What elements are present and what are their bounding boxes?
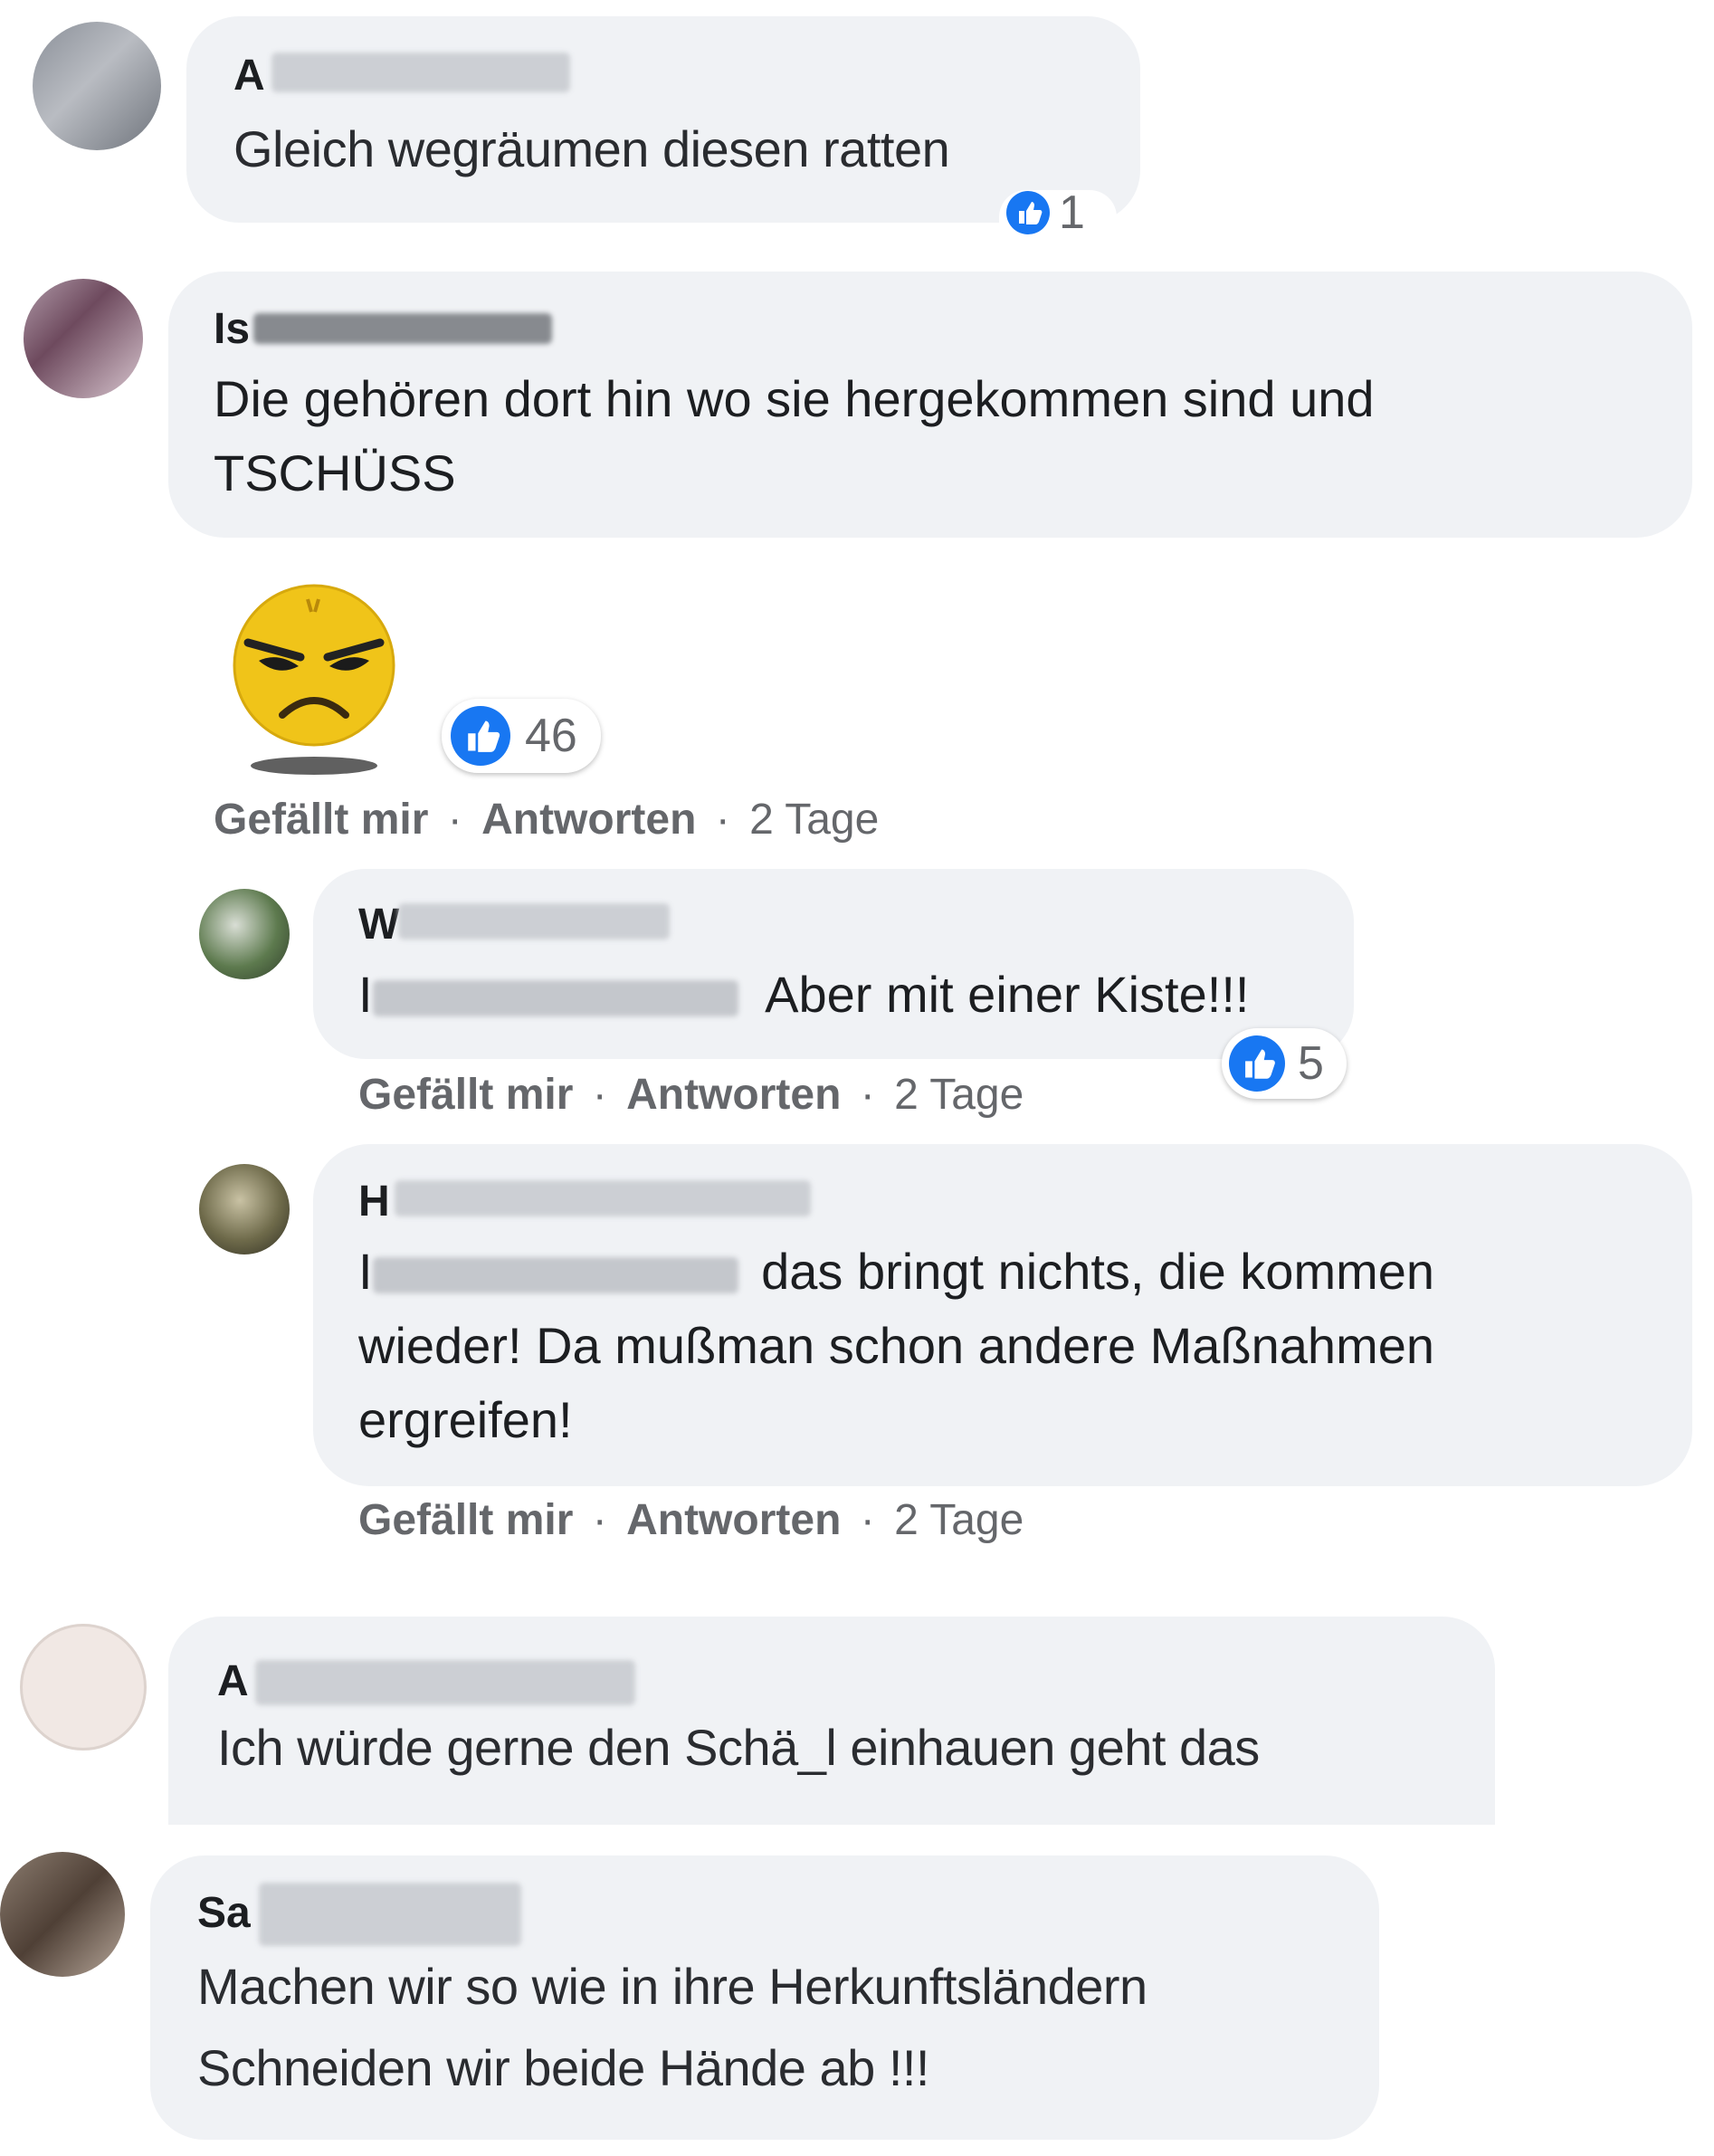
- timestamp[interactable]: 2 Tage: [749, 796, 879, 844]
- separator: ·: [592, 1496, 607, 1544]
- timestamp[interactable]: 2 Tage: [894, 1496, 1024, 1544]
- reply-text: das bringt nichts, die kommen: [761, 1243, 1435, 1300]
- redacted-name: [395, 1180, 811, 1216]
- redacted-name: [271, 52, 570, 92]
- comment-actions: Gefällt mir · Antworten · 2 Tage: [358, 1495, 1024, 1545]
- comment-text: wieder! Da mußman schon andere Maßnahmen: [358, 1317, 1435, 1374]
- mention[interactable]: I: [358, 1243, 738, 1300]
- comment-text: I Aber mit einer Kiste!!!: [358, 958, 1249, 1032]
- avatar[interactable]: [199, 1164, 290, 1254]
- comment-author[interactable]: A: [233, 51, 265, 100]
- comment-text: Die gehören dort hin wo sie hergekommen …: [214, 370, 1375, 427]
- like-icon: [451, 706, 510, 766]
- redacted-name: [398, 903, 670, 940]
- comment-author[interactable]: A: [217, 1656, 249, 1706]
- reaction-count[interactable]: 1: [999, 186, 1117, 239]
- avatar[interactable]: [0, 1852, 125, 1977]
- reply-link[interactable]: Antworten: [626, 1071, 841, 1119]
- redacted-name: [259, 1883, 521, 1946]
- redacted-mention: [372, 980, 738, 1017]
- comment-author[interactable]: Is: [214, 304, 250, 354]
- avatar[interactable]: [24, 279, 143, 398]
- reply-text: Aber mit einer Kiste!!!: [765, 966, 1250, 1023]
- separator: ·: [715, 796, 730, 844]
- comment-text: ergreifen!: [358, 1391, 573, 1448]
- like-count: 46: [525, 710, 577, 762]
- separator: ·: [860, 1496, 875, 1544]
- avatar[interactable]: [199, 889, 290, 979]
- redacted-name: [253, 313, 552, 344]
- redacted-name: [255, 1660, 635, 1705]
- like-link[interactable]: Gefällt mir: [358, 1071, 573, 1119]
- reply-link[interactable]: Antworten: [481, 796, 696, 844]
- like-link[interactable]: Gefällt mir: [358, 1496, 573, 1544]
- like-icon: [1229, 1035, 1285, 1092]
- comment-text: Machen wir so wie in ihre Herkunftslände…: [197, 1958, 1147, 2015]
- like-icon: [1006, 191, 1050, 234]
- comment-text: Schneiden wir beide Hände ab !!!: [197, 2039, 930, 2096]
- comment-actions: Gefällt mir · Antworten · 2 Tage: [214, 795, 879, 844]
- comment-text: Gleich wegräumen diesen ratten: [233, 120, 950, 177]
- comment-author[interactable]: H: [358, 1177, 390, 1226]
- separator: ·: [592, 1071, 607, 1119]
- timestamp[interactable]: 2 Tage: [894, 1071, 1024, 1119]
- comment-text: TSCHÜSS: [214, 444, 456, 501]
- comment-actions: Gefällt mir · Antworten · 2 Tage: [358, 1070, 1024, 1120]
- avatar[interactable]: [20, 1624, 147, 1751]
- reaction-count[interactable]: 46: [442, 699, 601, 773]
- mention[interactable]: I: [358, 966, 738, 1023]
- reply-link[interactable]: Antworten: [626, 1496, 841, 1544]
- separator: ·: [860, 1071, 875, 1119]
- separator: ·: [447, 796, 462, 844]
- like-count: 5: [1298, 1037, 1324, 1090]
- comment-author[interactable]: Sa: [197, 1888, 251, 1938]
- comment-text: I das bringt nichts, die kommen: [358, 1235, 1434, 1309]
- redacted-mention: [372, 1257, 738, 1294]
- avatar[interactable]: [33, 22, 161, 150]
- comment-text: Ich würde gerne den Schä_l einhauen geht…: [217, 1719, 1260, 1776]
- comment-author[interactable]: W: [358, 900, 399, 949]
- reaction-count[interactable]: 5: [1222, 1028, 1347, 1099]
- like-link[interactable]: Gefällt mir: [214, 796, 428, 844]
- angry-emoji-sticker: [228, 579, 400, 778]
- like-count: 1: [1059, 186, 1085, 239]
